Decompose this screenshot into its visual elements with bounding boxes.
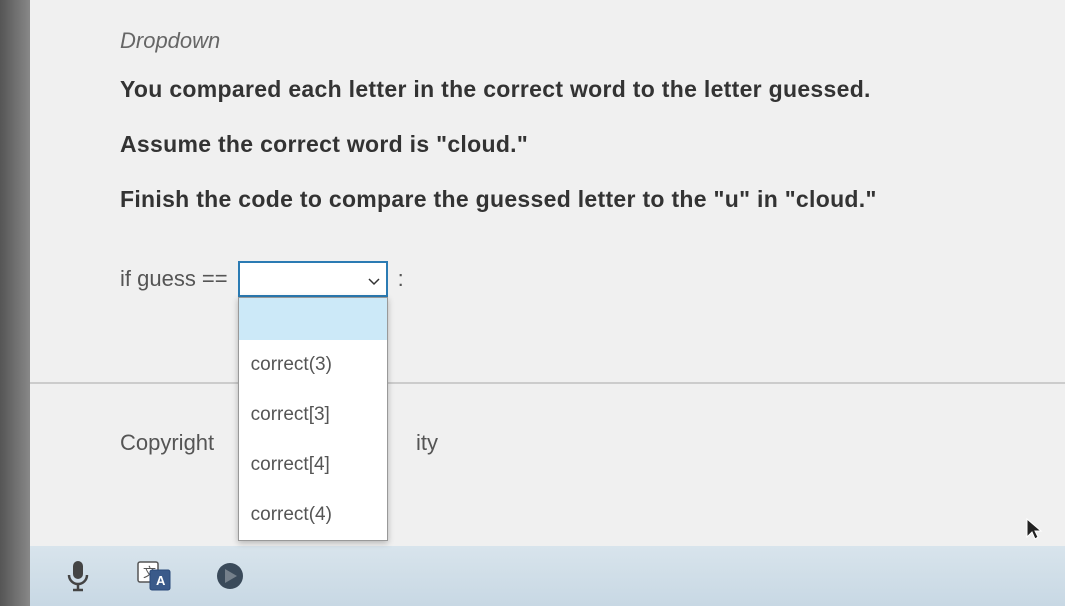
window-left-border bbox=[0, 0, 30, 606]
taskbar: 文 A bbox=[30, 546, 1065, 606]
dropdown-option-2[interactable]: correct[3] bbox=[239, 390, 387, 440]
copyright-text: Copyright bbox=[120, 430, 214, 456]
cursor-icon bbox=[1025, 517, 1043, 546]
code-suffix: : bbox=[398, 266, 404, 292]
code-prefix: if guess == bbox=[120, 266, 228, 292]
answer-select-wrap: correct(3) correct[3] correct[4] correct… bbox=[238, 261, 388, 297]
content-area: Dropdown You compared each letter in the… bbox=[30, 0, 1065, 606]
circle-icon[interactable] bbox=[212, 558, 248, 594]
dropdown-option-3[interactable]: correct[4] bbox=[239, 440, 387, 490]
instruction-line-3: Finish the code to compare the guessed l… bbox=[120, 186, 1065, 213]
footer-text-fragment: ity bbox=[416, 430, 438, 456]
microphone-icon[interactable] bbox=[60, 558, 96, 594]
dropdown-option-1[interactable]: correct(3) bbox=[239, 340, 387, 390]
dropdown-panel: correct(3) correct[3] correct[4] correct… bbox=[238, 297, 388, 541]
instruction-line-2: Assume the correct word is "cloud." bbox=[120, 131, 1065, 158]
section-label: Dropdown bbox=[120, 28, 1065, 54]
svg-text:A: A bbox=[156, 573, 166, 588]
answer-select[interactable] bbox=[238, 261, 388, 297]
dropdown-option-4[interactable]: correct(4) bbox=[239, 490, 387, 540]
dropdown-option-blank[interactable] bbox=[239, 298, 387, 340]
divider bbox=[30, 382, 1065, 384]
translate-icon[interactable]: 文 A bbox=[136, 558, 172, 594]
instruction-line-1: You compared each letter in the correct … bbox=[120, 76, 1065, 103]
code-line: if guess == correct(3) correct[3] correc… bbox=[120, 261, 1065, 297]
